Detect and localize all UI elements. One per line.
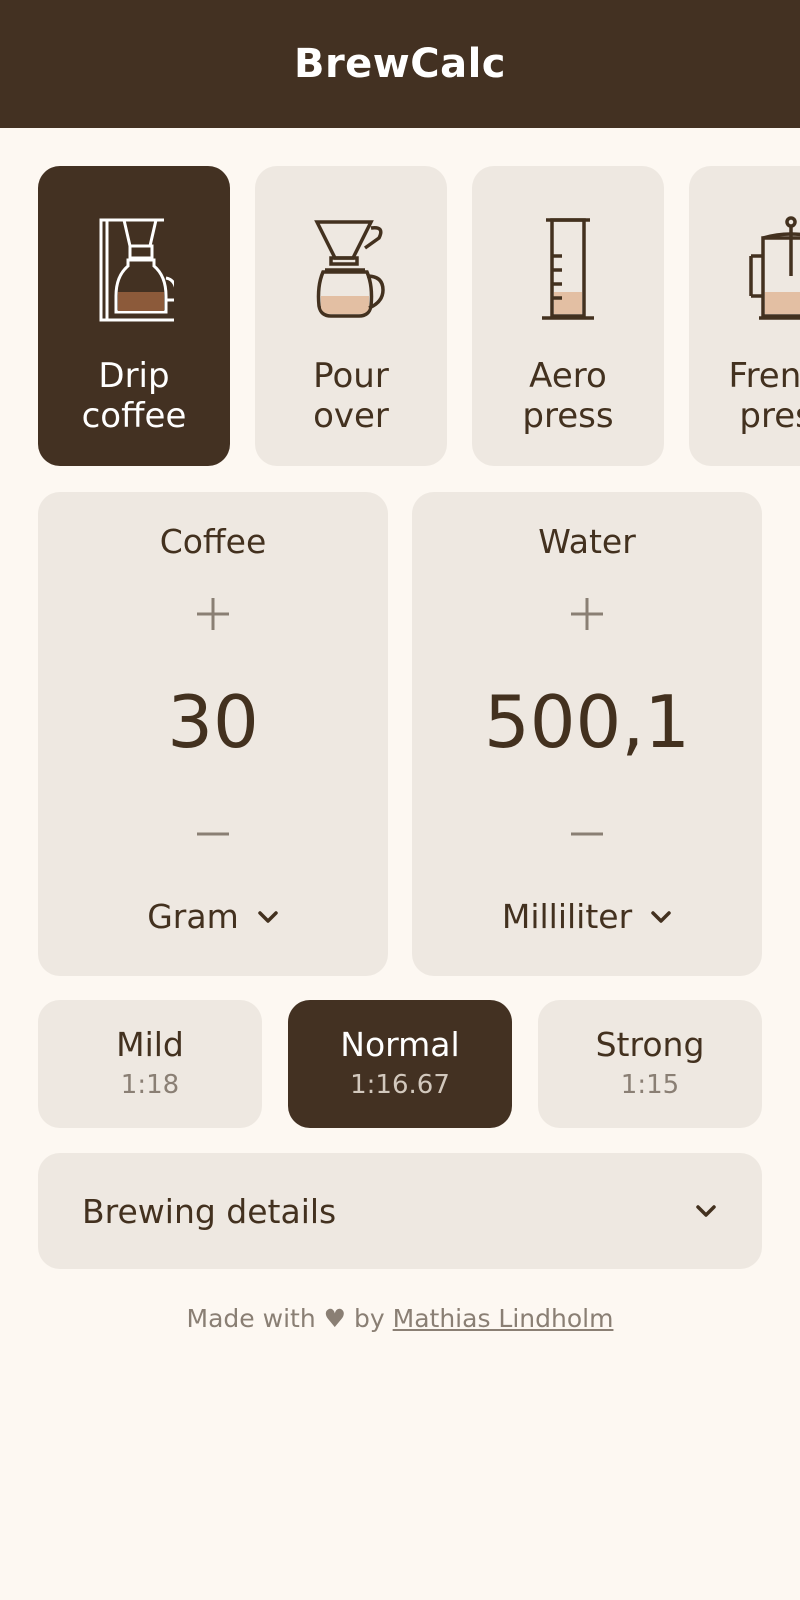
- strength-name: Mild: [116, 1025, 184, 1064]
- drip-coffee-maker-icon: [79, 214, 189, 324]
- minus-icon: [197, 832, 229, 836]
- water-unit-label: Milliliter: [501, 897, 633, 936]
- method-french-press[interactable]: French press: [689, 166, 800, 466]
- strength-ratio: 1:18: [120, 1070, 180, 1100]
- coffee-decrease-button[interactable]: [183, 804, 243, 864]
- method-label: Pour over: [313, 356, 389, 436]
- pour-over-icon: [296, 214, 406, 324]
- french-press-icon: [730, 214, 800, 324]
- method-label: French press: [728, 356, 800, 436]
- minus-icon: [571, 832, 603, 836]
- water-title: Water: [538, 522, 636, 561]
- water-stepper: Water 500,1 Milliliter: [412, 492, 762, 976]
- method-label: Drip coffee: [81, 356, 187, 436]
- water-amount-value: 500,1: [483, 680, 691, 764]
- plus-icon: [197, 598, 229, 630]
- heart-icon: ♥: [323, 1304, 347, 1333]
- strength-mild-button[interactable]: Mild 1:18: [38, 1000, 262, 1128]
- coffee-unit-label: Gram: [147, 897, 239, 936]
- method-aeropress[interactable]: Aero press: [472, 166, 664, 466]
- method-drip-coffee[interactable]: Drip coffee: [38, 166, 230, 466]
- coffee-unit-dropdown[interactable]: Gram: [38, 897, 388, 936]
- footer: Made with ♥ by Mathias Lindholm: [0, 1304, 800, 1333]
- coffee-stepper: Coffee 30 Gram: [38, 492, 388, 976]
- chevron-down-icon: [651, 910, 671, 923]
- author-link[interactable]: Mathias Lindholm: [393, 1304, 614, 1333]
- coffee-increase-button[interactable]: [183, 584, 243, 644]
- strength-strong-button[interactable]: Strong 1:15: [538, 1000, 762, 1128]
- app-header: BrewCalc: [0, 0, 800, 128]
- strength-name: Strong: [595, 1025, 705, 1064]
- footer-by: by: [354, 1304, 385, 1333]
- brewing-details-accordion[interactable]: Brewing details: [38, 1153, 762, 1269]
- aeropress-icon: [513, 214, 623, 324]
- chevron-down-icon: [258, 910, 278, 923]
- strength-ratio: 1:16.67: [350, 1070, 450, 1100]
- brewing-details-title: Brewing details: [82, 1191, 337, 1231]
- plus-icon: [571, 598, 603, 630]
- footer-prefix: Made with: [186, 1304, 316, 1333]
- strength-name: Normal: [340, 1025, 460, 1064]
- method-label: Aero press: [522, 356, 614, 436]
- strength-normal-button[interactable]: Normal 1:16.67: [288, 1000, 512, 1128]
- app-title: BrewCalc: [293, 41, 507, 87]
- water-decrease-button[interactable]: [557, 804, 617, 864]
- water-increase-button[interactable]: [557, 584, 617, 644]
- coffee-title: Coffee: [159, 522, 267, 561]
- coffee-amount-value: 30: [167, 680, 259, 764]
- chevron-down-icon: [696, 1205, 716, 1217]
- method-pour-over[interactable]: Pour over: [255, 166, 447, 466]
- strength-ratio: 1:15: [620, 1070, 680, 1100]
- water-unit-dropdown[interactable]: Milliliter: [412, 897, 762, 936]
- brew-method-selector: Drip coffee Pour over Aero press Fren pr…: [38, 166, 800, 466]
